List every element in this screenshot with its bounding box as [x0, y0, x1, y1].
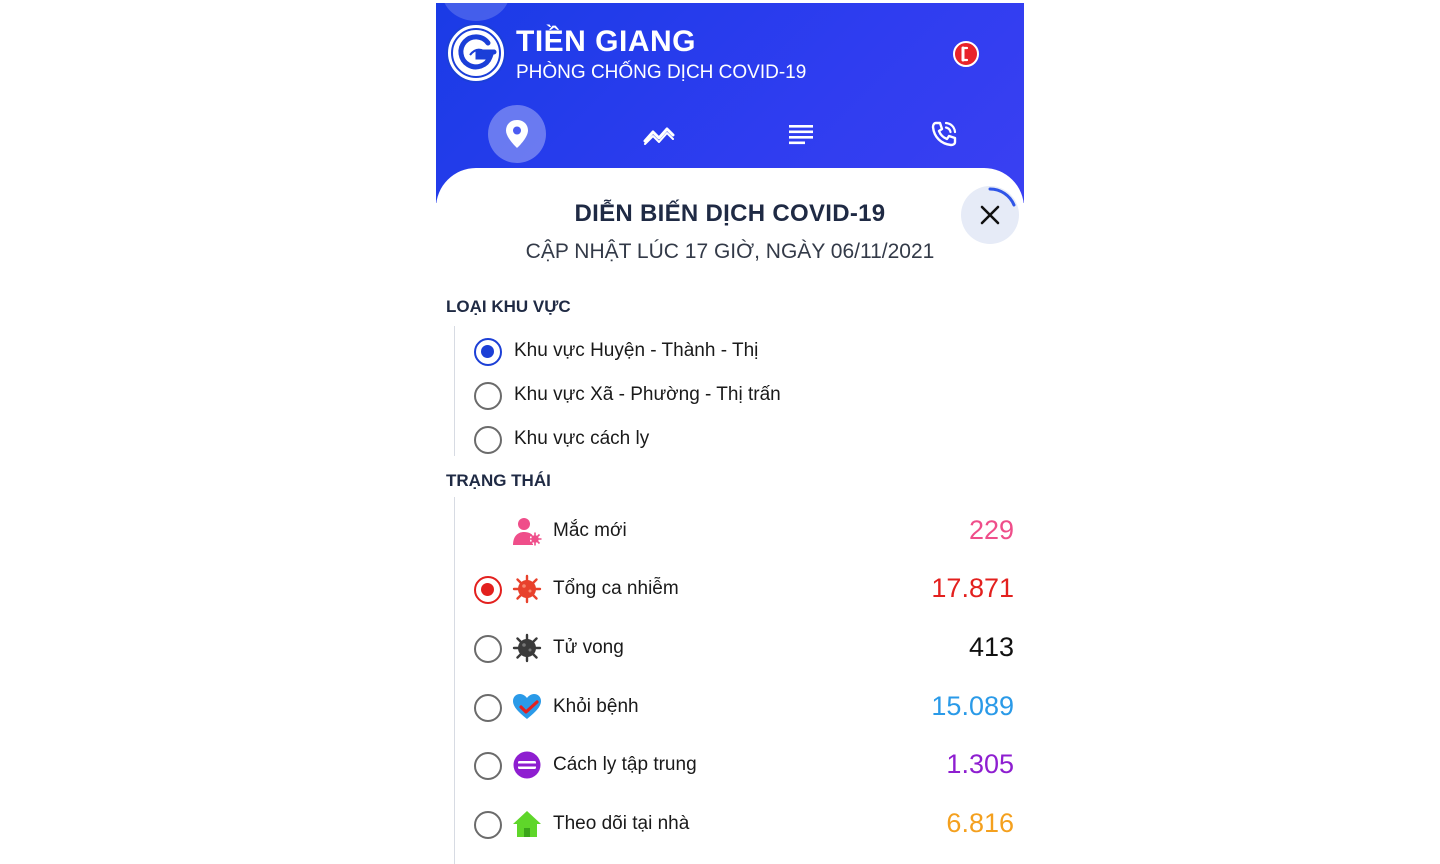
stat-value-new-cases: 229: [968, 515, 1014, 545]
decorative-blob: [442, 0, 510, 21]
radio-centralized-quarantine[interactable]: [474, 752, 502, 780]
list-icon: [789, 125, 813, 145]
home-icon: [513, 811, 541, 837]
stat-label-total-cases[interactable]: Tổng ca nhiễm: [553, 578, 679, 600]
stat-label-recovered[interactable]: Khỏi bệnh: [553, 696, 639, 718]
area-option-ward[interactable]: Khu vực Xã - Phường - Thị trấn: [514, 384, 781, 406]
app-subtitle: PHÒNG CHỐNG DỊCH COVID-19: [516, 62, 807, 83]
radio-total-cases[interactable]: [474, 576, 502, 604]
main-nav: [436, 103, 1024, 163]
stat-value-deaths: 413: [968, 632, 1014, 662]
area-option-district[interactable]: Khu vực Huyện - Thành - Thị: [514, 340, 758, 362]
app-title: TIỀN GIANG: [516, 25, 697, 58]
radio-area-quarantine[interactable]: [474, 426, 502, 454]
virus-black-icon: [512, 633, 542, 663]
status-label: TRẠNG THÁI: [446, 471, 551, 490]
area-type-label: LOẠI KHU VỰC: [446, 297, 571, 316]
panel-title: DIỄN BIẾN DỊCH COVID-19: [574, 200, 886, 227]
tien-giang-logo: [446, 23, 506, 83]
radio-deaths[interactable]: [474, 635, 502, 663]
divider-line: [454, 497, 455, 864]
nav-statistics[interactable]: [630, 105, 688, 163]
radio-recovered[interactable]: [474, 694, 502, 722]
quarantine-icon: [513, 751, 541, 779]
hotline-button[interactable]: [953, 41, 979, 67]
nav-contact[interactable]: [915, 105, 973, 163]
app-screen: TIỀN GIANG PHÒNG CHỐNG DỊCH COVID-19 DIỄ…: [436, 0, 1024, 864]
stat-label-centralized-quarantine[interactable]: Cách ly tập trung: [553, 754, 697, 776]
area-option-quarantine[interactable]: Khu vực cách ly: [514, 428, 649, 450]
location-pin-icon: [506, 120, 528, 148]
radio-area-district[interactable]: [474, 338, 502, 366]
stat-value-recovered: 15.089: [931, 691, 1014, 721]
virus-red-icon: [512, 574, 542, 604]
stat-label-deaths[interactable]: Tử vong: [553, 637, 624, 659]
phone-call-icon: [931, 121, 957, 147]
divider-line: [454, 326, 455, 456]
stat-value-centralized-quarantine: 1.305: [946, 749, 1014, 779]
nav-map[interactable]: [488, 105, 546, 163]
stat-label-new-cases: Mắc mới: [553, 520, 627, 541]
nav-news[interactable]: [772, 105, 830, 163]
phone-handset-icon: [961, 46, 969, 62]
new-case-person-icon: [513, 518, 542, 546]
trend-chart-icon: [643, 127, 675, 145]
stat-label-home-monitoring[interactable]: Theo dõi tại nhà: [553, 813, 689, 835]
stat-value-home-monitoring: 6.816: [946, 808, 1014, 838]
loading-spinner-icon: [988, 187, 1016, 207]
stat-value-total-cases: 17.871: [931, 573, 1014, 603]
radio-area-ward[interactable]: [474, 382, 502, 410]
close-button[interactable]: [961, 186, 1019, 244]
panel-subtitle: CẬP NHẬT LÚC 17 GIỜ, NGÀY 06/11/2021: [525, 240, 935, 263]
radio-home-monitoring[interactable]: [474, 811, 502, 839]
heart-check-icon: [513, 694, 541, 719]
